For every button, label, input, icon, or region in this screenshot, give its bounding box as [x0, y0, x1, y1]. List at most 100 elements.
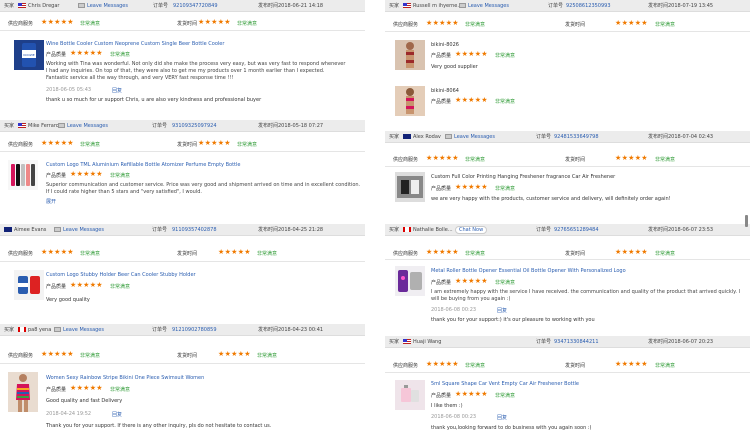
star-rating: ★★★★★ — [41, 18, 74, 26]
product-title[interactable]: Wine Bottle Cooler Custom Neoprene Custo… — [46, 41, 224, 47]
review-text: I like them :) — [431, 403, 463, 409]
au-flag-icon — [403, 133, 411, 139]
buyer-name[interactable]: pa8 yena — [28, 327, 51, 333]
star-rating: ★★★★★ — [455, 96, 488, 104]
us-flag-icon — [403, 338, 411, 344]
product-sku[interactable]: bikini-8026 — [431, 42, 459, 48]
seller-reply: thank u so much for ur support Chris, u … — [46, 97, 262, 103]
rating-text: 非常满意 — [110, 52, 131, 58]
product-thumbnail[interactable] — [395, 172, 425, 202]
leave-messages-link[interactable]: Leave Messages — [54, 326, 104, 333]
leave-messages-link[interactable]: Leave Messages — [58, 122, 108, 129]
chat-now-button[interactable]: Chat Now — [455, 225, 488, 234]
product-thumbnail[interactable] — [395, 380, 425, 410]
star-rating: ★★★★★ — [70, 281, 103, 289]
au-flag-icon — [4, 226, 12, 232]
order-number[interactable]: 92481533649798 — [554, 134, 599, 140]
buyer-name[interactable]: Nathalie Bolle... — [413, 227, 453, 233]
buyer-name[interactable]: Mike Ferraro — [28, 123, 59, 129]
delivery-label: 发货时间 — [177, 353, 198, 359]
bikini-image — [406, 42, 414, 68]
rating-text: 非常满意 — [495, 53, 516, 59]
rating-text: 非常满意 — [237, 21, 258, 27]
buyer-label: 买家 — [389, 134, 400, 140]
star-rating: ★★★★★ — [41, 248, 74, 256]
star-rating: ★★★★★ — [70, 384, 103, 392]
product-title[interactable]: Custom Full Color Printing Hanging Fresh… — [431, 174, 615, 180]
rating-text: 非常满意 — [655, 157, 676, 163]
reply-tag: 回复 — [497, 415, 508, 421]
quality-label: 产品质量 — [46, 52, 67, 58]
review-text: I am extremely happy with the service I … — [431, 289, 741, 302]
scrollbar-thumb[interactable] — [745, 215, 748, 227]
mail-icon — [54, 226, 61, 232]
product-thumbnail[interactable] — [395, 86, 425, 116]
product-thumbnail[interactable] — [8, 160, 38, 190]
buyer-label: 买家 — [4, 327, 15, 333]
order-number[interactable]: 93109325097924 — [172, 123, 217, 129]
buyer-label: 买家 — [4, 3, 15, 9]
review-text: Very good quality — [46, 297, 90, 303]
rating-text: 非常满意 — [80, 353, 101, 359]
us-flag-icon — [18, 2, 26, 8]
product-thumbnail[interactable] — [14, 270, 44, 300]
buyer-name[interactable]: Russell m ihyerne... — [413, 3, 462, 9]
product-title[interactable]: Women Sexy Rainbow Stripe Bikini One Pie… — [46, 375, 204, 381]
time-label: 发布时间 — [648, 3, 669, 9]
product-thumbnail[interactable] — [395, 40, 425, 70]
order-number[interactable]: 92508612350993 — [566, 3, 611, 9]
delivery-label: 发货时间 — [565, 22, 586, 28]
review-header: 买家 Huaji Wang 订单号 93471330844211 发布时间 20… — [385, 336, 750, 348]
rating-text: 非常满意 — [257, 251, 278, 257]
order-number[interactable]: 91210902780859 — [172, 327, 217, 333]
rating-text: 非常满意 — [495, 186, 516, 192]
supplier-service-label: 供应商服务 — [393, 363, 419, 369]
product-thumbnail[interactable]: KOOZIE — [14, 40, 44, 70]
quality-label: 产品质量 — [431, 186, 452, 192]
expand-link[interactable]: 展开 — [46, 198, 56, 205]
bottle-opener-image — [398, 270, 422, 292]
buyer-name[interactable]: Chris Dregar — [28, 3, 59, 9]
rating-text: 非常满意 — [110, 284, 131, 290]
product-title[interactable]: Custom Logo Stubby Holder Beer Can Coole… — [46, 272, 196, 278]
leave-messages-link[interactable]: Leave Messages — [459, 2, 509, 9]
rating-text: 非常满意 — [110, 387, 131, 393]
product-title[interactable]: Custom Logo TML Aluminium Refillable Bot… — [46, 162, 240, 168]
leave-messages-link[interactable]: Leave Messages — [54, 226, 104, 233]
review-header: 买家 Nathalie Bolle... Chat Now 订单号 927656… — [385, 224, 750, 236]
leave-messages-link[interactable]: Leave Messages — [445, 133, 495, 140]
product-thumbnail[interactable] — [395, 266, 425, 296]
us-flag-icon — [403, 2, 411, 8]
order-number[interactable]: 92109347720849 — [173, 3, 218, 9]
buyer-name[interactable]: Alex Rodav — [413, 134, 441, 140]
reply-date: 2018-06-08 00:23 — [431, 414, 477, 420]
review-time: 2018-07-19 13:45 — [668, 2, 714, 9]
ca-flag-icon — [403, 226, 411, 232]
rating-text: 非常满意 — [655, 251, 676, 257]
delivery-label: 发货时间 — [177, 21, 198, 27]
order-number[interactable]: 91109357402878 — [172, 227, 217, 233]
buyer-name[interactable]: Aimee Evans — [14, 227, 46, 233]
review-text: Working with Tina was wonderful. Not onl… — [46, 61, 346, 81]
product-sku[interactable]: bikini-8064 — [431, 88, 459, 94]
order-label: 订单号 — [153, 3, 169, 9]
quality-label: 产品质量 — [431, 393, 452, 399]
leave-messages-link[interactable]: Leave Messages — [78, 2, 128, 9]
product-title[interactable]: 5ml Square Shape Car Vent Empty Car Air … — [431, 381, 579, 387]
review-time: 2018-04-25 21:28 — [278, 226, 324, 233]
reply-date: 2018-06-05 05:43 — [46, 87, 92, 93]
supplier-service-label: 供应商服务 — [393, 22, 419, 28]
supplier-service-label: 供应商服务 — [8, 21, 34, 27]
atomizer-image — [11, 164, 35, 186]
star-rating: ★★★★★ — [218, 350, 251, 358]
rating-text: 非常满意 — [655, 22, 676, 28]
reply-tag: 回复 — [112, 88, 123, 94]
order-number[interactable]: 92765651289484 — [554, 227, 599, 233]
product-title[interactable]: Metal Roller Bottle Opener Essential Oil… — [431, 268, 626, 274]
buyer-name[interactable]: Huaji Wang — [413, 339, 441, 345]
mail-icon — [78, 2, 85, 8]
order-number[interactable]: 93471330844211 — [554, 339, 599, 345]
stubby-holder-image — [18, 276, 40, 294]
product-thumbnail[interactable] — [8, 372, 38, 412]
quality-label: 产品质量 — [46, 387, 67, 393]
